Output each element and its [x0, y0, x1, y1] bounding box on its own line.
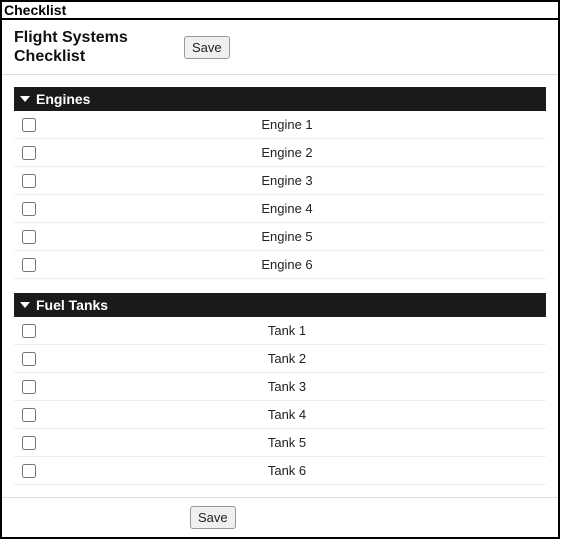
list-item: Engine 5: [14, 223, 546, 251]
checkbox-engine-2[interactable]: [22, 146, 36, 160]
list-item: Engine 1: [14, 111, 546, 139]
section-fuel-tanks: Fuel Tanks Tank 1 Tank 2 Tank 3 Tank 4: [14, 293, 546, 485]
row-label: Engine 4: [36, 201, 538, 216]
list-item: Tank 2: [14, 345, 546, 373]
checkbox-tank-5[interactable]: [22, 436, 36, 450]
checklist-window: Checklist Flight Systems Checklist Save …: [0, 0, 560, 539]
checkbox-engine-4[interactable]: [22, 202, 36, 216]
checkbox-engine-3[interactable]: [22, 174, 36, 188]
row-label: Tank 4: [36, 407, 538, 422]
section-title: Fuel Tanks: [36, 297, 108, 313]
row-label: Tank 5: [36, 435, 538, 450]
list-item: Engine 4: [14, 195, 546, 223]
list-item: Engine 3: [14, 167, 546, 195]
row-label: Tank 3: [36, 379, 538, 394]
list-item: Tank 6: [14, 457, 546, 485]
checkbox-engine-6[interactable]: [22, 258, 36, 272]
section-engines: Engines Engine 1 Engine 2 Engine 3 Engi: [14, 87, 546, 279]
checkbox-tank-6[interactable]: [22, 464, 36, 478]
section-rows-fuel-tanks: Tank 1 Tank 2 Tank 3 Tank 4 Tank 5: [14, 317, 546, 485]
list-item: Tank 1: [14, 317, 546, 345]
checkbox-engine-5[interactable]: [22, 230, 36, 244]
row-label: Engine 1: [36, 117, 538, 132]
window-title: Checklist: [2, 2, 558, 20]
checkbox-tank-1[interactable]: [22, 324, 36, 338]
section-header-fuel-tanks[interactable]: Fuel Tanks: [14, 293, 546, 317]
list-item: Tank 5: [14, 429, 546, 457]
row-label: Engine 2: [36, 145, 538, 160]
save-button-bottom[interactable]: Save: [190, 506, 236, 529]
page-title: Flight Systems Checklist: [14, 28, 184, 66]
checkbox-tank-4[interactable]: [22, 408, 36, 422]
checkbox-engine-1[interactable]: [22, 118, 36, 132]
content-area: Engines Engine 1 Engine 2 Engine 3 Engi: [2, 75, 558, 497]
row-label: Engine 6: [36, 257, 538, 272]
caret-down-icon: [20, 302, 30, 308]
row-label: Engine 5: [36, 229, 538, 244]
list-item: Engine 2: [14, 139, 546, 167]
row-label: Tank 1: [36, 323, 538, 338]
section-rows-engines: Engine 1 Engine 2 Engine 3 Engine 4 Engi…: [14, 111, 546, 279]
footer-bar: Save: [2, 497, 558, 537]
header-bar: Flight Systems Checklist Save: [2, 20, 558, 75]
list-item: Engine 6: [14, 251, 546, 279]
row-label: Tank 6: [36, 463, 538, 478]
checkbox-tank-3[interactable]: [22, 380, 36, 394]
section-title: Engines: [36, 91, 90, 107]
list-item: Tank 4: [14, 401, 546, 429]
checkbox-tank-2[interactable]: [22, 352, 36, 366]
section-header-engines[interactable]: Engines: [14, 87, 546, 111]
row-label: Tank 2: [36, 351, 538, 366]
save-button-top[interactable]: Save: [184, 36, 230, 59]
caret-down-icon: [20, 96, 30, 102]
list-item: Tank 3: [14, 373, 546, 401]
row-label: Engine 3: [36, 173, 538, 188]
